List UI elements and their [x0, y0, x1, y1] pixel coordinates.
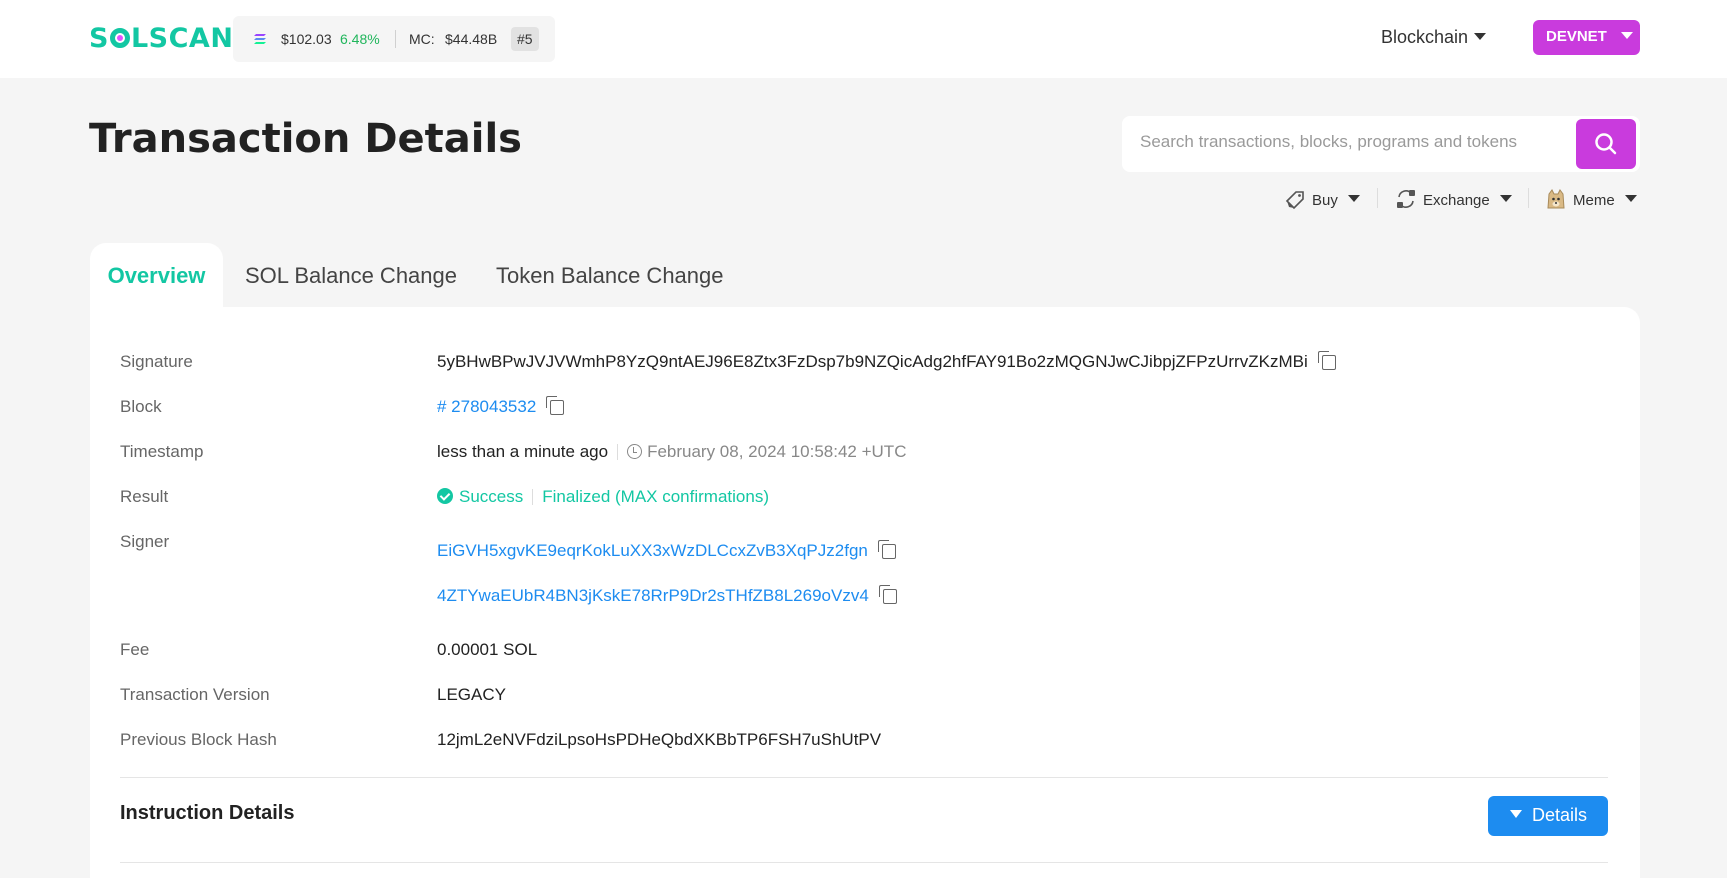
caret-down-icon [1510, 810, 1522, 818]
timestamp-absolute: February 08, 2024 10:58:42 +UTC [647, 442, 907, 461]
signer-row: EiGVH5xgvKE9eqrKokLuXX3xWzDLCcxZvB3XqPJz… [437, 540, 896, 561]
signer-row: 4ZTYwaEUbR4BN3jKskE78RrP9Dr2sTHfZB8L269o… [437, 585, 897, 606]
chevron-down-icon [1474, 33, 1487, 40]
result-row: Success Finalized (MAX confirmations) [437, 487, 769, 507]
chevron-down-icon [1347, 195, 1360, 202]
tab-sol-balance-change[interactable]: SOL Balance Change [245, 243, 457, 309]
exchange-menu[interactable]: Exchange [1395, 188, 1512, 210]
details-button-label: Details [1532, 805, 1588, 825]
fee-value: 0.00001 SOL [437, 640, 538, 659]
copy-icon[interactable] [546, 396, 565, 415]
timestamp-row: less than a minute ago February 08, 2024 … [437, 442, 906, 462]
solscan-logo[interactable]: S LSCAN [89, 23, 233, 54]
search-icon [1595, 133, 1617, 155]
chevron-down-icon [1499, 195, 1512, 202]
chevron-down-icon [1620, 32, 1633, 39]
blockchain-menu-label: Blockchain [1381, 27, 1469, 47]
rank-badge: #5 [511, 27, 539, 51]
exchange-icon [1397, 190, 1415, 208]
check-circle-icon [437, 488, 453, 504]
sol-price: $102.03 [281, 31, 332, 47]
copy-icon[interactable] [877, 540, 896, 559]
signature-row: 5yBHwBPwJVJVWmhP8YzQ9ntAEJ96E8Ztx3FzDsp7… [437, 351, 1336, 372]
sol-price-change: 6.48% [340, 31, 380, 47]
tag-icon [1285, 191, 1304, 210]
network-label: DEVNET [1546, 28, 1607, 45]
copy-icon[interactable] [878, 585, 897, 604]
transaction-version-value: LEGACY [437, 685, 506, 704]
top-navbar: S LSCAN $102.03 6.48% MC: $44.48B #5 Bloc… [0, 0, 1727, 78]
divider [120, 777, 1608, 778]
signer-link[interactable]: EiGVH5xgvKE9eqrKokLuXX3xWzDLCcxZvB3XqPJz… [437, 541, 868, 560]
clock-icon [627, 444, 643, 459]
solana-icon [254, 34, 266, 44]
instruction-details-title: Instruction Details [120, 802, 295, 824]
block-label: Block [120, 397, 162, 416]
transaction-version-label: Transaction Version [120, 685, 270, 704]
signer-label: Signer [120, 532, 170, 551]
divider [1377, 188, 1378, 208]
divider [395, 30, 396, 48]
doge-icon [1547, 189, 1565, 209]
meme-label: Meme [1573, 192, 1615, 209]
signer-link[interactable]: 4ZTYwaEUbR4BN3jKskE78RrP9Dr2sTHfZB8L269o… [437, 586, 869, 605]
chevron-down-icon [1624, 195, 1637, 202]
result-label: Result [120, 487, 169, 506]
meme-menu[interactable]: Meme [1545, 188, 1637, 210]
result-confirmation: Finalized (MAX confirmations) [542, 487, 769, 506]
tab-token-balance-change[interactable]: Token Balance Change [496, 243, 724, 309]
block-row: # 278043532 [437, 396, 565, 417]
timestamp-label: Timestamp [120, 442, 204, 461]
signature-label: Signature [120, 352, 193, 371]
search-bar [1122, 116, 1640, 172]
divider [120, 862, 1608, 863]
previous-block-hash-value: 12jmL2eNVFdziLpsoHsPDHeQbdXKBbTP6FSH7uSh… [437, 730, 882, 749]
sol-price-ticker: $102.03 6.48% MC: $44.48B #5 [233, 16, 555, 62]
signature-value: 5yBHwBPwJVJVWmhP8YzQ9ntAEJ96E8Ztx3FzDsp7… [437, 352, 1308, 371]
divider [1528, 188, 1529, 208]
previous-block-hash-label: Previous Block Hash [120, 730, 277, 749]
divider [617, 444, 619, 460]
block-link[interactable]: # 278043532 [437, 397, 536, 416]
search-input[interactable] [1140, 132, 1560, 152]
divider [532, 489, 534, 505]
page-title: Transaction Details [89, 116, 522, 162]
search-button[interactable] [1576, 119, 1636, 169]
exchange-label: Exchange [1423, 192, 1490, 209]
timestamp-relative: less than a minute ago [437, 442, 609, 461]
result-status: Success [459, 487, 524, 506]
tab-overview[interactable]: Overview [90, 243, 223, 309]
blockchain-menu[interactable]: Blockchain [1381, 27, 1487, 48]
details-button[interactable]: Details [1488, 796, 1608, 836]
buy-label: Buy [1312, 192, 1338, 209]
network-selector-button[interactable]: DEVNET [1533, 20, 1640, 55]
market-cap-value: $44.48B [445, 31, 498, 47]
fee-label: Fee [120, 640, 150, 659]
buy-menu[interactable]: Buy [1284, 188, 1360, 210]
copy-icon[interactable] [1317, 351, 1336, 370]
market-cap-label: MC: [409, 31, 435, 47]
